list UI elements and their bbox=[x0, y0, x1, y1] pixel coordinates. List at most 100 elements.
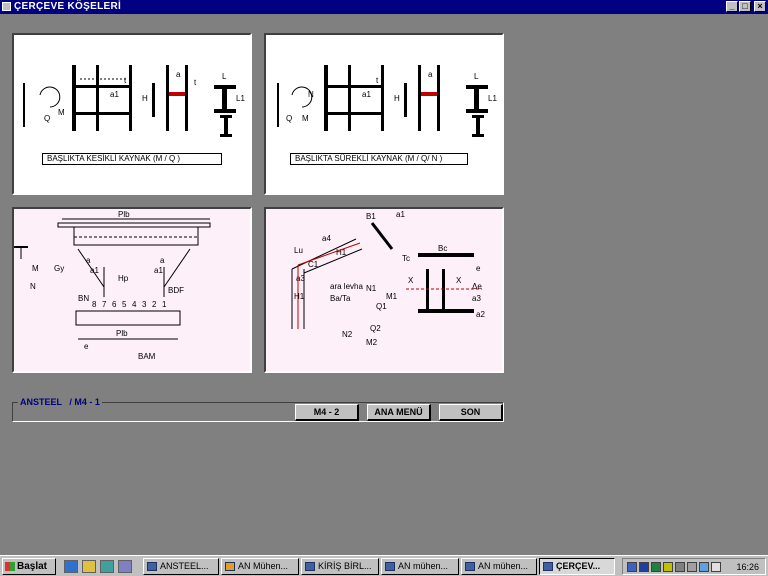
title-bar: ÇERÇEVE KÖŞELERİ _ □ × bbox=[0, 0, 768, 14]
label-n: N bbox=[30, 282, 36, 291]
bolt-numbers: 8 7 6 5 4 3 2 1 bbox=[92, 300, 167, 309]
exit-button[interactable]: SON bbox=[439, 404, 503, 421]
label-hp: Hp bbox=[118, 274, 129, 283]
task-ansteel[interactable]: ANSTEEL... bbox=[143, 558, 219, 575]
app-icon bbox=[385, 562, 395, 571]
clock[interactable]: 16:26 bbox=[736, 560, 759, 574]
task-label: ANSTEEL... bbox=[160, 561, 209, 571]
label-plb-bottom: Plb bbox=[116, 329, 128, 338]
label-m: M bbox=[32, 264, 39, 273]
label-h: H bbox=[394, 94, 400, 103]
tray-display-icon[interactable] bbox=[675, 562, 685, 572]
label-a2: a2 bbox=[476, 310, 485, 319]
label-gy: Gy bbox=[54, 264, 64, 273]
status-label: ANSTEEL / M4 - 1 bbox=[18, 397, 102, 407]
close-button[interactable]: × bbox=[754, 1, 766, 12]
label-a-right: a bbox=[160, 256, 165, 265]
panel-caption: BAŞLIKTA KESİKLİ KAYNAK (M / Q ) bbox=[42, 153, 222, 165]
panel-frame-corner[interactable]: B1 a1 a4 Lu H1 C1 a3 H1 ara levha Ba/Ta … bbox=[264, 207, 504, 373]
task-label: AN mühen... bbox=[398, 561, 449, 571]
label-a3-right: a3 bbox=[472, 294, 481, 303]
task-label: KİRİŞ BİRL... bbox=[318, 561, 372, 571]
tray-language-icon[interactable] bbox=[639, 562, 649, 572]
label-tc: Tc bbox=[402, 254, 410, 263]
label-q: Q bbox=[286, 114, 292, 123]
label-m: M bbox=[302, 114, 309, 123]
label-q: Q bbox=[44, 114, 50, 123]
app-icon bbox=[225, 562, 235, 571]
main-menu-button[interactable]: ANA MENÜ bbox=[367, 404, 431, 421]
label-bc: Bc bbox=[438, 244, 447, 253]
label-t: t bbox=[124, 76, 127, 85]
m4-2-button[interactable]: M4 - 2 bbox=[295, 404, 359, 421]
start-button[interactable]: Başlat bbox=[2, 558, 56, 575]
label-e: e bbox=[476, 264, 481, 273]
label-a: a bbox=[86, 256, 91, 265]
label-a1: a1 bbox=[396, 210, 405, 219]
label-q1: Q1 bbox=[376, 302, 387, 311]
label-ara-levha: ara levha bbox=[330, 282, 363, 291]
task-kiris-birlesim[interactable]: KİRİŞ BİRL... bbox=[301, 558, 379, 575]
label-q2: Q2 bbox=[370, 324, 381, 333]
tray-app-icon[interactable] bbox=[627, 562, 637, 572]
label-n2: N2 bbox=[342, 330, 353, 339]
label-plb-top: Plb bbox=[118, 210, 130, 219]
label-ba-ta: Ba/Ta bbox=[330, 294, 351, 303]
channels-icon[interactable] bbox=[118, 560, 132, 573]
tray-printer-icon[interactable] bbox=[687, 562, 697, 572]
task-an-muhendis-2[interactable]: AN mühen... bbox=[381, 558, 459, 575]
label-n1: N1 bbox=[366, 284, 377, 293]
word-icon bbox=[147, 562, 157, 571]
minimize-button[interactable]: _ bbox=[726, 1, 738, 12]
label-m1: M1 bbox=[386, 292, 398, 301]
label-l1: L1 bbox=[236, 94, 245, 103]
label-x: X bbox=[408, 276, 414, 285]
label-e: e bbox=[84, 342, 89, 351]
label-delta-e: Δe bbox=[472, 282, 482, 291]
diagram-continuous-weld: Q M N a1 t H a L L1 bbox=[277, 65, 497, 137]
panel-base-plate[interactable]: Plb M N Gy a a1 a a1 Hp BN BDF 8 7 6 5 4… bbox=[12, 207, 252, 373]
tray-antivirus-icon[interactable] bbox=[663, 562, 673, 572]
diagram-base-plate: Plb M N Gy a a1 a a1 Hp BN BDF 8 7 6 5 4… bbox=[14, 210, 211, 361]
svg-text:7: 7 bbox=[102, 300, 107, 309]
task-label: AN mühen... bbox=[478, 561, 529, 571]
tray-volume-icon[interactable] bbox=[711, 562, 721, 572]
task-label: AN Mühen... bbox=[238, 561, 289, 571]
task-cerceve-koseleri[interactable]: ÇERÇEV... bbox=[539, 558, 615, 575]
window-title: ÇERÇEVE KÖŞELERİ bbox=[14, 1, 122, 12]
label-x-right: X bbox=[456, 276, 462, 285]
app-icon bbox=[305, 562, 315, 571]
internet-explorer-icon[interactable] bbox=[64, 560, 78, 573]
label-lu: Lu bbox=[294, 246, 303, 255]
taskbar: Başlat ANSTEEL... AN Mühen... KİRİŞ BİRL… bbox=[0, 555, 768, 576]
svg-text:4: 4 bbox=[132, 300, 137, 309]
label-a: a bbox=[176, 70, 181, 79]
windows-logo-icon bbox=[5, 562, 15, 571]
label-h1-lower: H1 bbox=[294, 292, 305, 301]
panel-continuous-weld[interactable]: Q M N a1 t H a L L1 BAŞLIKTA SÜREKLİ KAY… bbox=[264, 33, 504, 195]
svg-text:5: 5 bbox=[122, 300, 127, 309]
start-label: Başlat bbox=[17, 561, 48, 572]
label-l: L bbox=[222, 72, 227, 81]
panel-intermittent-weld[interactable]: Q M a1 t H a t L L1 BAŞLIKTA KESİKLİ KAY… bbox=[12, 33, 252, 195]
tray-scheduler-icon[interactable] bbox=[699, 562, 709, 572]
diagram-frame-corner: B1 a1 a4 Lu H1 C1 a3 H1 ara levha Ba/Ta … bbox=[291, 210, 485, 347]
label-b1: B1 bbox=[366, 212, 376, 221]
app-icon bbox=[543, 562, 553, 571]
label-m2: M2 bbox=[366, 338, 378, 347]
diagram-intermittent-weld: Q M a1 t H a t L L1 bbox=[23, 65, 245, 137]
label-t: t bbox=[376, 76, 379, 85]
task-an-muhendis-3[interactable]: AN mühen... bbox=[461, 558, 537, 575]
task-an-muhendislik[interactable]: AN Mühen... bbox=[221, 558, 299, 575]
app-icon[interactable] bbox=[2, 2, 11, 11]
label-a1: a1 bbox=[90, 266, 99, 275]
desktop-icon[interactable] bbox=[100, 560, 114, 573]
outlook-icon[interactable] bbox=[82, 560, 96, 573]
svg-text:3: 3 bbox=[142, 300, 147, 309]
panel-caption: BAŞLIKTA SÜREKLİ KAYNAK (M / Q/ N ) bbox=[290, 153, 468, 165]
maximize-button[interactable]: □ bbox=[739, 1, 751, 12]
app-icon bbox=[465, 562, 475, 571]
tray-network-icon[interactable] bbox=[651, 562, 661, 572]
label-a4: a4 bbox=[322, 234, 331, 243]
system-tray: 16:26 bbox=[622, 558, 766, 575]
